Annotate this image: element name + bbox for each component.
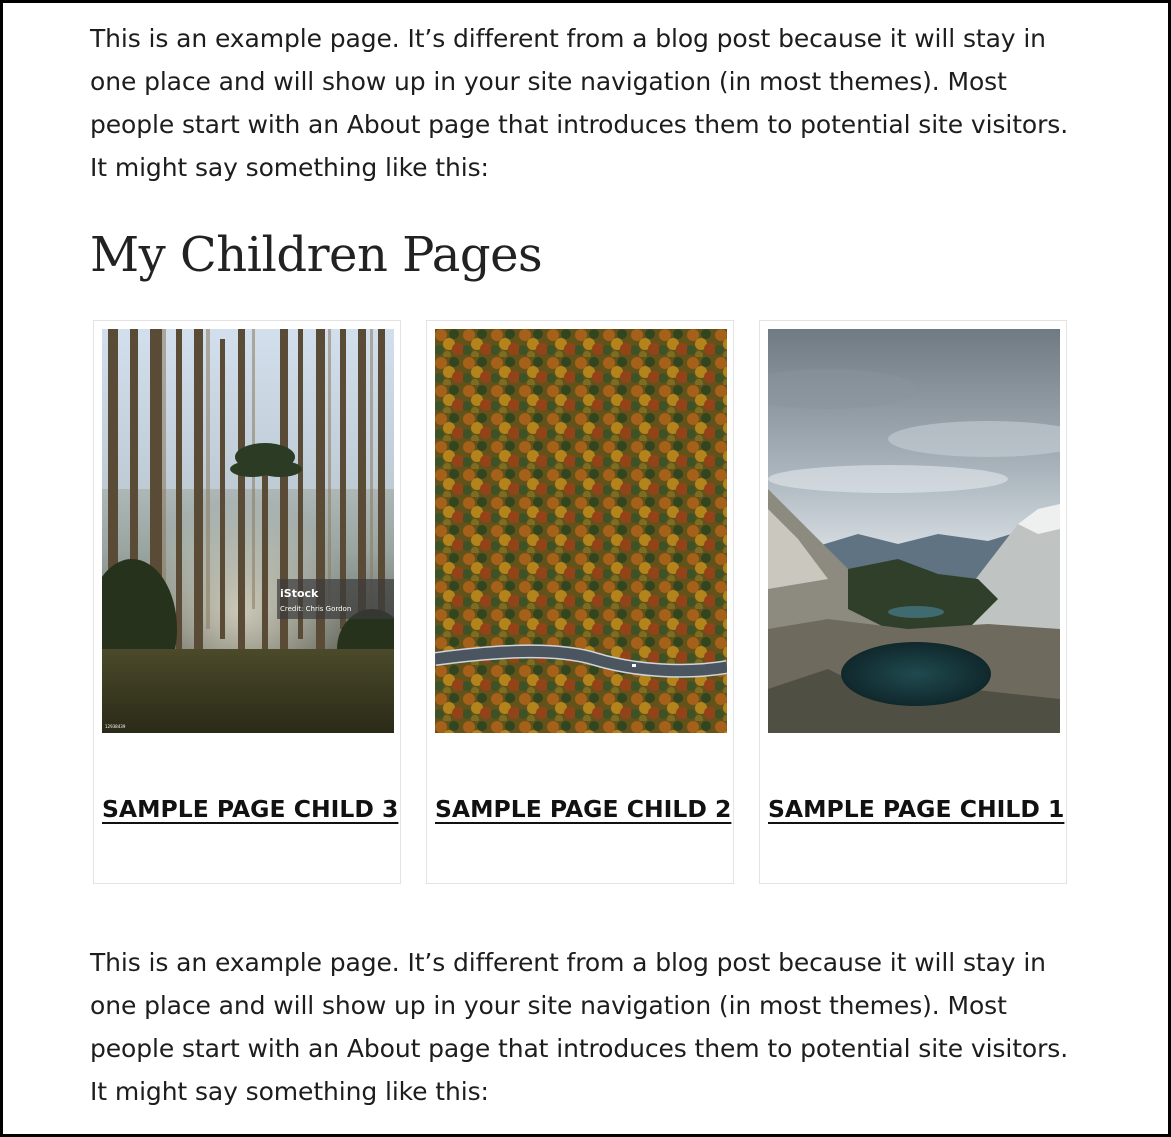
watermark-brand: iStock	[280, 587, 319, 600]
autumn-forest-photo	[435, 329, 727, 733]
page-frame: This is an example page. It’s different …	[0, 0, 1171, 1137]
section-title: My Children Pages	[90, 227, 543, 283]
child-page-3-image[interactable]: iStock Credit: Chris Gordon 12938439	[102, 329, 394, 733]
intro-paragraph-top: This is an example page. It’s different …	[90, 24, 1069, 182]
forest-photo: iStock Credit: Chris Gordon 12938439	[102, 329, 394, 733]
child-page-card[interactable]: SAMPLE PAGE CHILD 1	[759, 320, 1067, 884]
child-page-1-link[interactable]: SAMPLE PAGE CHILD 1	[768, 795, 1064, 823]
child-page-2-link[interactable]: SAMPLE PAGE CHILD 2	[435, 795, 731, 823]
child-page-3-link[interactable]: SAMPLE PAGE CHILD 3	[102, 795, 398, 823]
alpine-lake-photo	[768, 329, 1060, 733]
intro-paragraph-bottom: This is an example page. It’s different …	[90, 948, 1069, 1106]
child-page-1-image[interactable]	[768, 329, 1060, 733]
child-page-2-image[interactable]	[435, 329, 727, 733]
child-page-card[interactable]: SAMPLE PAGE CHILD 2	[426, 320, 734, 884]
watermark-credit: Credit: Chris Gordon	[280, 605, 351, 613]
watermark-id: 12938439	[105, 724, 126, 729]
children-pages-grid: iStock Credit: Chris Gordon 12938439 SAM…	[90, 320, 1070, 886]
child-page-card[interactable]: iStock Credit: Chris Gordon 12938439 SAM…	[93, 320, 401, 884]
